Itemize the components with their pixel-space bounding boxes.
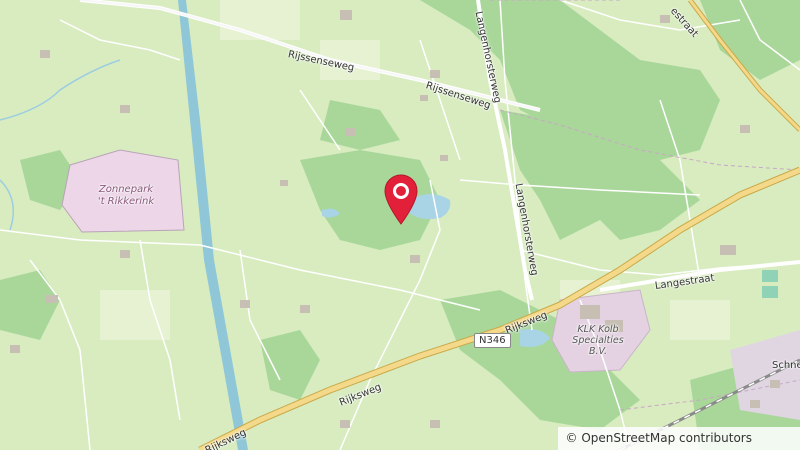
location-marker[interactable] bbox=[384, 174, 418, 226]
business-label-line2: Specialties bbox=[572, 335, 624, 346]
business-label-line3: B.V. bbox=[589, 346, 607, 357]
map-attribution[interactable]: © OpenStreetMap contributors bbox=[557, 427, 800, 450]
area-label-zonnepark-line1: Zonnepark bbox=[98, 184, 154, 195]
place-label-schnee: Schnee bbox=[772, 360, 800, 371]
road-shield-n346: N346 bbox=[474, 333, 511, 348]
business-label-line1: KLK Kolb bbox=[577, 324, 619, 335]
map[interactable]: Rijssenseweg Rijssenseweg Langenhorsterw… bbox=[0, 0, 800, 450]
map-pin-icon bbox=[384, 174, 418, 225]
business-label-klk-kolb: KLK Kolb Specialties B.V. bbox=[566, 324, 630, 357]
attribution-text[interactable]: © OpenStreetMap contributors bbox=[566, 431, 752, 445]
area-label-zonnepark: Zonnepark 't Rikkerink bbox=[86, 184, 166, 208]
area-label-zonnepark-line2: 't Rikkerink bbox=[97, 196, 155, 207]
